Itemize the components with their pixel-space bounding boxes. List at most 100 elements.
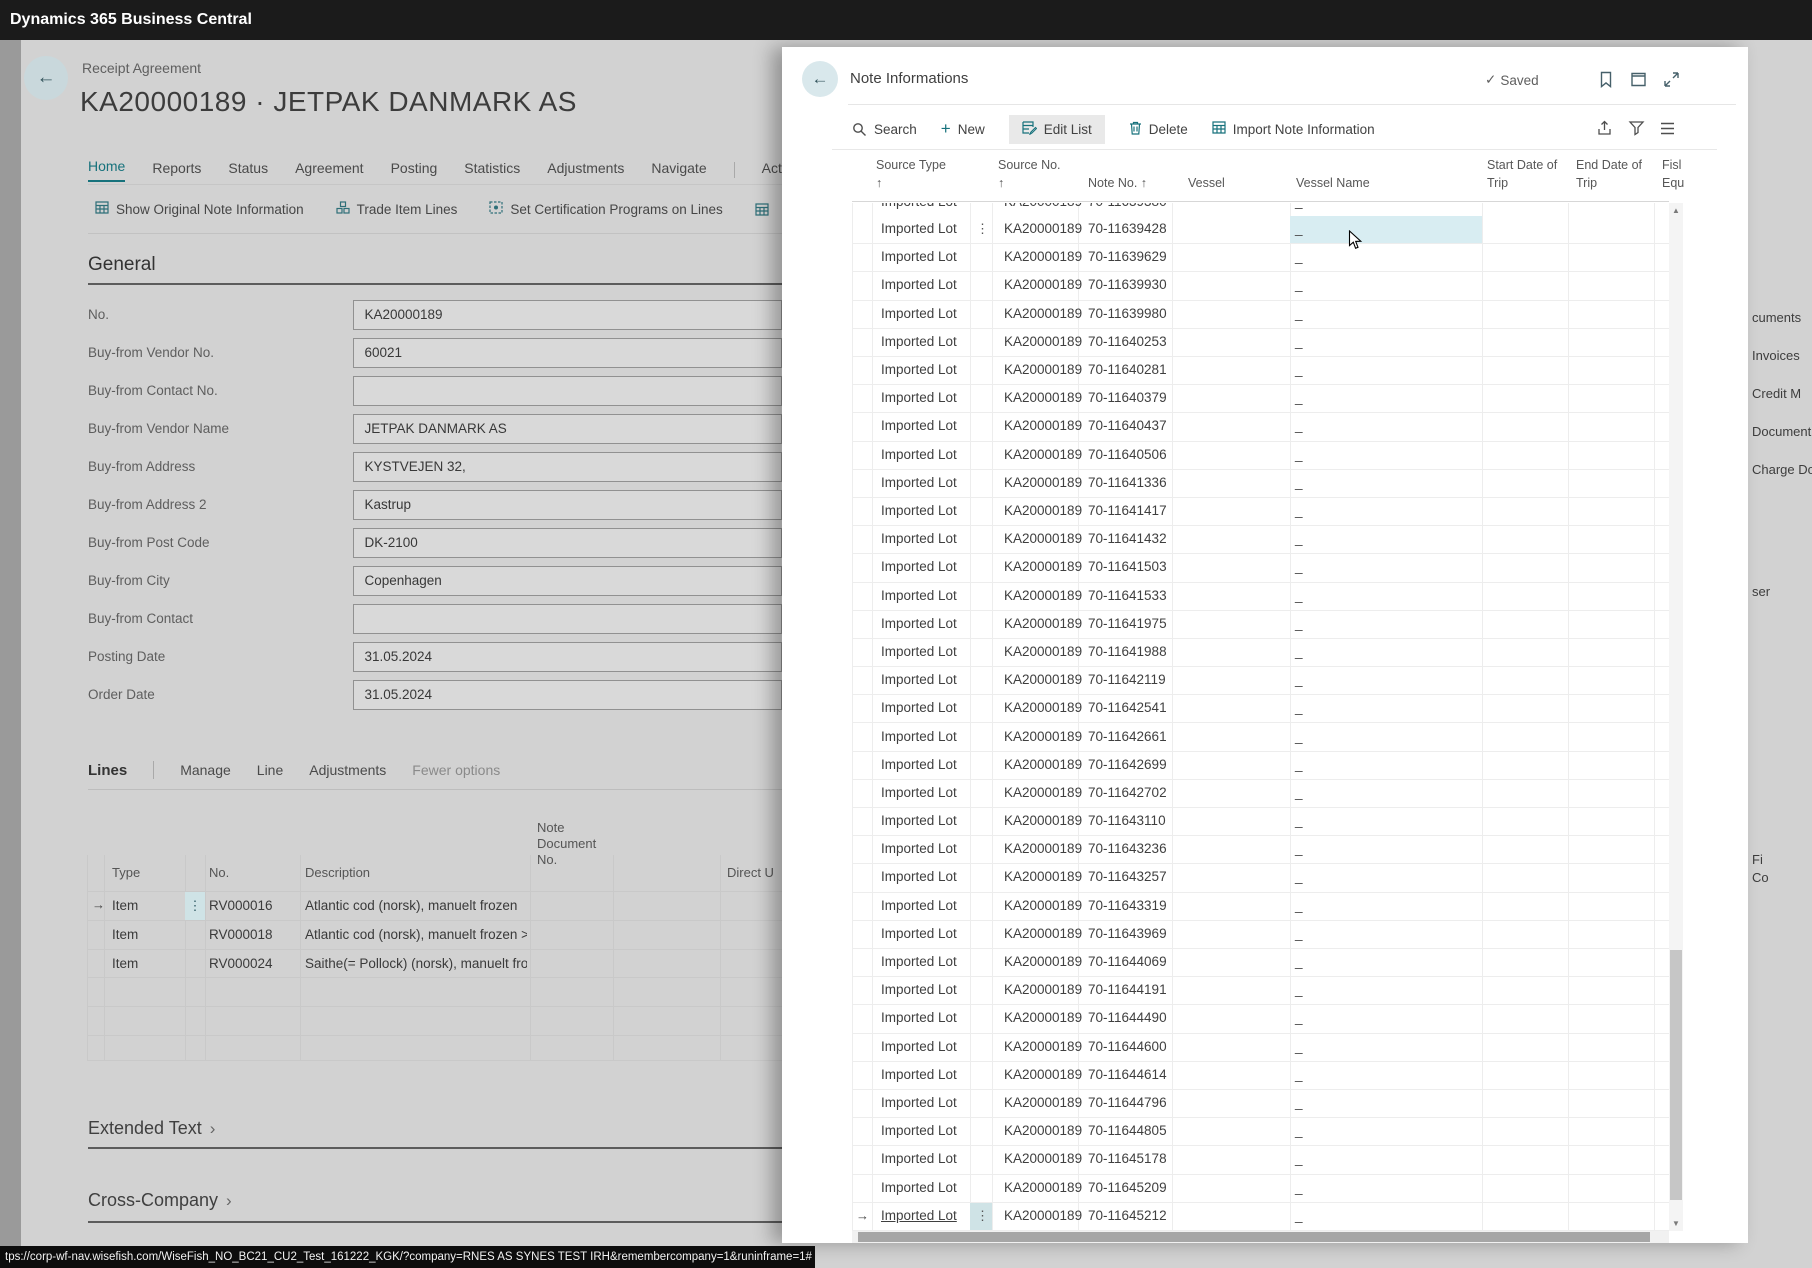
col-vessel-name[interactable]: Vessel Name (1296, 176, 1370, 190)
cell-vessel-name[interactable]: _ (1295, 729, 1303, 744)
cell-source-no[interactable]: KA20000189 (1004, 1095, 1082, 1110)
action-set-certification-programs-on-lines[interactable]: Set Certification Programs on Lines (489, 201, 722, 217)
cell-source-no[interactable]: KA20000189 (1004, 531, 1082, 546)
note-row[interactable]: Imported LotKA2000018970-11641432_ (852, 526, 1669, 554)
cell-note-no[interactable]: 70-11645209 (1088, 1180, 1167, 1195)
new-button[interactable]: +New (941, 119, 985, 139)
lines-cell-description[interactable]: Atlantic cod (norsk), manuelt frozen > 6… (305, 927, 527, 942)
note-row[interactable]: Imported LotKA2000018970-11640437_ (852, 413, 1669, 441)
action-show-original-note-information[interactable]: Show Original Note Information (95, 201, 304, 217)
cell-source-no[interactable]: KA20000189 (1004, 362, 1082, 377)
tab-posting[interactable]: Posting (391, 160, 438, 182)
lines-cell-no[interactable]: RV000024 (209, 956, 273, 971)
note-row[interactable]: Imported Lot KA20000189 70-11643236 _ (852, 836, 1669, 864)
cell-note-no[interactable]: 70-11643110 (1088, 813, 1166, 828)
cell-source-type[interactable]: Imported Lot (881, 1151, 957, 1166)
cell-source-type[interactable]: Imported Lot (881, 503, 957, 518)
cell-vessel-name[interactable]: _ (1295, 700, 1303, 715)
cell-note-no[interactable]: 70-11640506 (1088, 447, 1167, 462)
lines-menu-adjustments[interactable]: Adjustments (309, 762, 386, 778)
note-row[interactable]: Imported LotKA2000018970-11642661_ (852, 724, 1669, 752)
cell-vessel-name[interactable]: _ (1295, 1123, 1303, 1138)
cell-note-no[interactable]: 70-11641432 (1088, 531, 1167, 546)
cell-source-no[interactable]: KA20000189 (1004, 588, 1082, 603)
cell-source-no[interactable]: KA20000189 (1004, 841, 1082, 856)
col-clipped-2[interactable]: Equ (1662, 176, 1684, 190)
cell-source-type[interactable]: Imported Lot (881, 1180, 957, 1195)
cell-source-type[interactable]: Imported Lot (881, 475, 957, 490)
note-row[interactable]: Imported LotKA2000018970-11644796_ (852, 1090, 1669, 1118)
cell-note-no[interactable]: 70-11643969 (1088, 926, 1167, 941)
cell-note-no[interactable]: 70-11640253 (1088, 334, 1167, 349)
note-row[interactable]: Imported LotKA2000018970-11639629_ (852, 244, 1669, 272)
cell-note-no[interactable]: 70-11642699 (1088, 757, 1167, 772)
col-source-no[interactable]: Source No. (998, 158, 1061, 172)
field-value-input[interactable]: JETPAK DANMARK AS (353, 414, 782, 444)
cell-source-no[interactable]: KA20000189 (1004, 249, 1082, 264)
action-trade-item-lines[interactable]: Trade Item Lines (336, 201, 458, 217)
cell-source-type[interactable]: Imported Lot (881, 334, 957, 349)
note-row[interactable]: Imported LotKA2000018970-11642702_ (852, 780, 1669, 808)
cell-source-type[interactable]: Imported Lot (881, 700, 957, 715)
cell-vessel-name[interactable]: _ (1295, 841, 1303, 856)
cell-vessel-name[interactable]: _ (1295, 1151, 1303, 1166)
cell-vessel-name[interactable]: _ (1295, 757, 1303, 772)
note-row[interactable]: Imported LotKA2000018970-11644614_ (852, 1062, 1669, 1090)
cell-note-no[interactable]: 70-11643236 (1088, 841, 1167, 856)
cell-vessel-name[interactable]: _ (1295, 559, 1303, 574)
cell-source-type[interactable]: Imported Lot (881, 221, 957, 236)
cell-source-type[interactable]: Imported Lot (881, 588, 957, 603)
cell-source-no[interactable]: KA20000189 (1004, 475, 1082, 490)
clipped-action-button[interactable] (755, 203, 769, 216)
page-back-button[interactable]: ← (24, 56, 68, 100)
cell-vessel-name[interactable]: _ (1295, 588, 1303, 603)
cell-source-type[interactable]: Imported Lot (881, 841, 957, 856)
scroll-up-icon[interactable]: ▲ (1669, 206, 1683, 215)
lines-cell-type[interactable]: Item (112, 956, 138, 971)
cell-source-type[interactable]: Imported Lot (881, 982, 957, 997)
note-row[interactable]: Imported Lot⋮KA2000018970-11639428_ (852, 216, 1669, 244)
note-row[interactable]: Imported LotKA2000018970-11644805_ (852, 1118, 1669, 1146)
sort-asc-icon[interactable]: ↑ (876, 176, 882, 190)
factbox-fragment[interactable]: cuments (1752, 310, 1801, 325)
cell-note-no[interactable]: 70-11642702 (1088, 785, 1167, 800)
cell-vessel-name[interactable]: _ (1295, 1095, 1303, 1110)
col-end-date[interactable]: End Date of (1576, 158, 1642, 172)
cell-vessel-name[interactable]: _ (1295, 503, 1303, 518)
cell-vessel-name[interactable]: _ (1295, 221, 1303, 236)
cell-vessel-name[interactable]: _ (1295, 1010, 1303, 1025)
lines-cell-description[interactable]: Atlantic cod (norsk), manuelt frozen (305, 898, 527, 913)
tab-home[interactable]: Home (88, 158, 125, 182)
cell-source-type[interactable]: Imported Lot (881, 277, 957, 292)
cell-vessel-name[interactable]: _ (1295, 418, 1303, 433)
cell-vessel-name[interactable]: _ (1295, 869, 1303, 884)
cell-vessel-name[interactable]: _ (1295, 447, 1303, 462)
horizontal-scrollbar[interactable] (852, 1231, 1669, 1243)
cell-note-no[interactable]: 70-11644069 (1088, 954, 1167, 969)
cell-source-type[interactable]: Imported Lot (881, 1123, 957, 1138)
note-row[interactable]: Imported LotKA2000018970-11640379_ (852, 385, 1669, 413)
cell-vessel-name[interactable]: _ (1295, 334, 1303, 349)
note-row[interactable]: Imported LotKA2000018970-11644191_ (852, 977, 1669, 1005)
cell-source-no[interactable]: KA20000189 (1004, 813, 1082, 828)
delete-button[interactable]: Delete (1129, 121, 1188, 138)
cell-source-type[interactable]: Imported Lot (881, 616, 957, 631)
cell-note-no[interactable]: 70-11645178 (1088, 1151, 1167, 1166)
vertical-scrollbar[interactable]: ▲ ▼ (1669, 203, 1683, 1231)
cell-note-no[interactable]: 70-11644490 (1088, 1010, 1167, 1025)
cell-source-no[interactable]: KA20000189 (1004, 672, 1082, 687)
cell-source-type[interactable]: Imported Lot (881, 813, 957, 828)
col-end-date-2[interactable]: Trip (1576, 176, 1597, 190)
cell-vessel-name[interactable]: _ (1295, 672, 1303, 687)
row-menu-dots[interactable]: ⋮ (976, 1208, 989, 1224)
cell-source-type[interactable]: Imported Lot (881, 362, 957, 377)
note-row[interactable]: Imported LotKA2000018970-11639980_ (852, 301, 1669, 329)
note-row[interactable]: Imported LotKA2000018970-11640281_ (852, 357, 1669, 385)
cell-note-no[interactable]: 70-11641533 (1088, 588, 1167, 603)
note-row[interactable]: Imported LotKA2000018970-11640253_ (852, 329, 1669, 357)
lines-menu-fewer-options[interactable]: Fewer options (412, 762, 500, 778)
cell-source-type[interactable]: Imported Lot (881, 1010, 957, 1025)
cell-vessel-name[interactable]: _ (1295, 644, 1303, 659)
factbox-fragment[interactable]: Fi (1752, 852, 1763, 867)
bookmark-icon[interactable] (1598, 71, 1614, 93)
